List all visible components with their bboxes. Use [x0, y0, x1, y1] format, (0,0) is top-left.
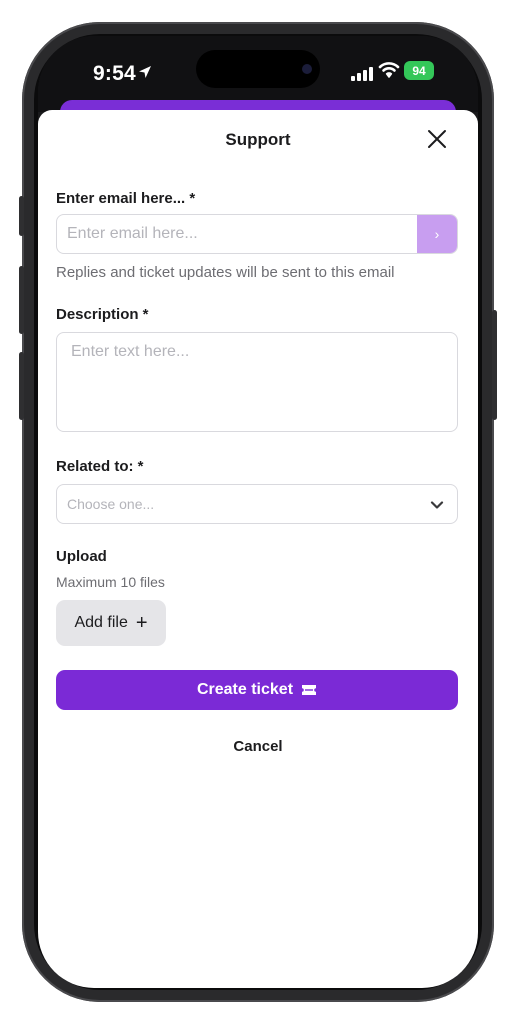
power-button — [492, 310, 497, 420]
description-input[interactable] — [56, 332, 458, 432]
chevron-down-icon — [430, 501, 444, 509]
related-label: Related to: * — [56, 458, 144, 475]
status-time: 9:54 — [93, 62, 136, 85]
related-select[interactable]: Choose one... — [56, 484, 458, 524]
battery-indicator: 94 — [404, 61, 434, 80]
modal-title: Support — [225, 130, 291, 149]
email-input[interactable] — [57, 215, 419, 253]
add-file-button[interactable]: Add file + — [56, 600, 166, 646]
signal-icon — [351, 65, 373, 81]
create-ticket-label: Create ticket — [196, 681, 294, 698]
related-select-value: Choose one... — [67, 496, 155, 512]
cancel-button[interactable]: Cancel — [38, 738, 478, 755]
battery-level: 94 — [412, 63, 426, 78]
email-label: Enter email here... * — [56, 190, 196, 207]
location-arrow-icon — [139, 66, 151, 78]
volume-up-button — [19, 266, 24, 334]
screen: 9:54 94 Support Enter email here... * En… — [38, 36, 478, 988]
description-label: Description * — [56, 306, 149, 323]
add-file-label: Add file — [74, 614, 128, 631]
plus-icon: + — [135, 612, 148, 634]
wifi-icon — [378, 62, 400, 78]
action-button — [19, 196, 24, 236]
create-ticket-button[interactable]: Create ticket — [56, 670, 458, 710]
email-hint: Replies and ticket updates will be sent … — [56, 264, 395, 281]
upload-label: Upload — [56, 548, 107, 565]
close-icon[interactable] — [424, 126, 450, 152]
support-modal: Support Enter email here... * › Replies … — [38, 110, 478, 988]
upload-hint: Maximum 10 files — [56, 574, 165, 590]
ticket-icon — [302, 685, 317, 695]
chevron-right-icon: › — [434, 226, 440, 242]
email-submit-button[interactable]: › — [417, 215, 457, 253]
volume-down-button — [19, 352, 24, 420]
camera-dot — [302, 64, 312, 74]
email-field-group: › — [56, 214, 458, 254]
